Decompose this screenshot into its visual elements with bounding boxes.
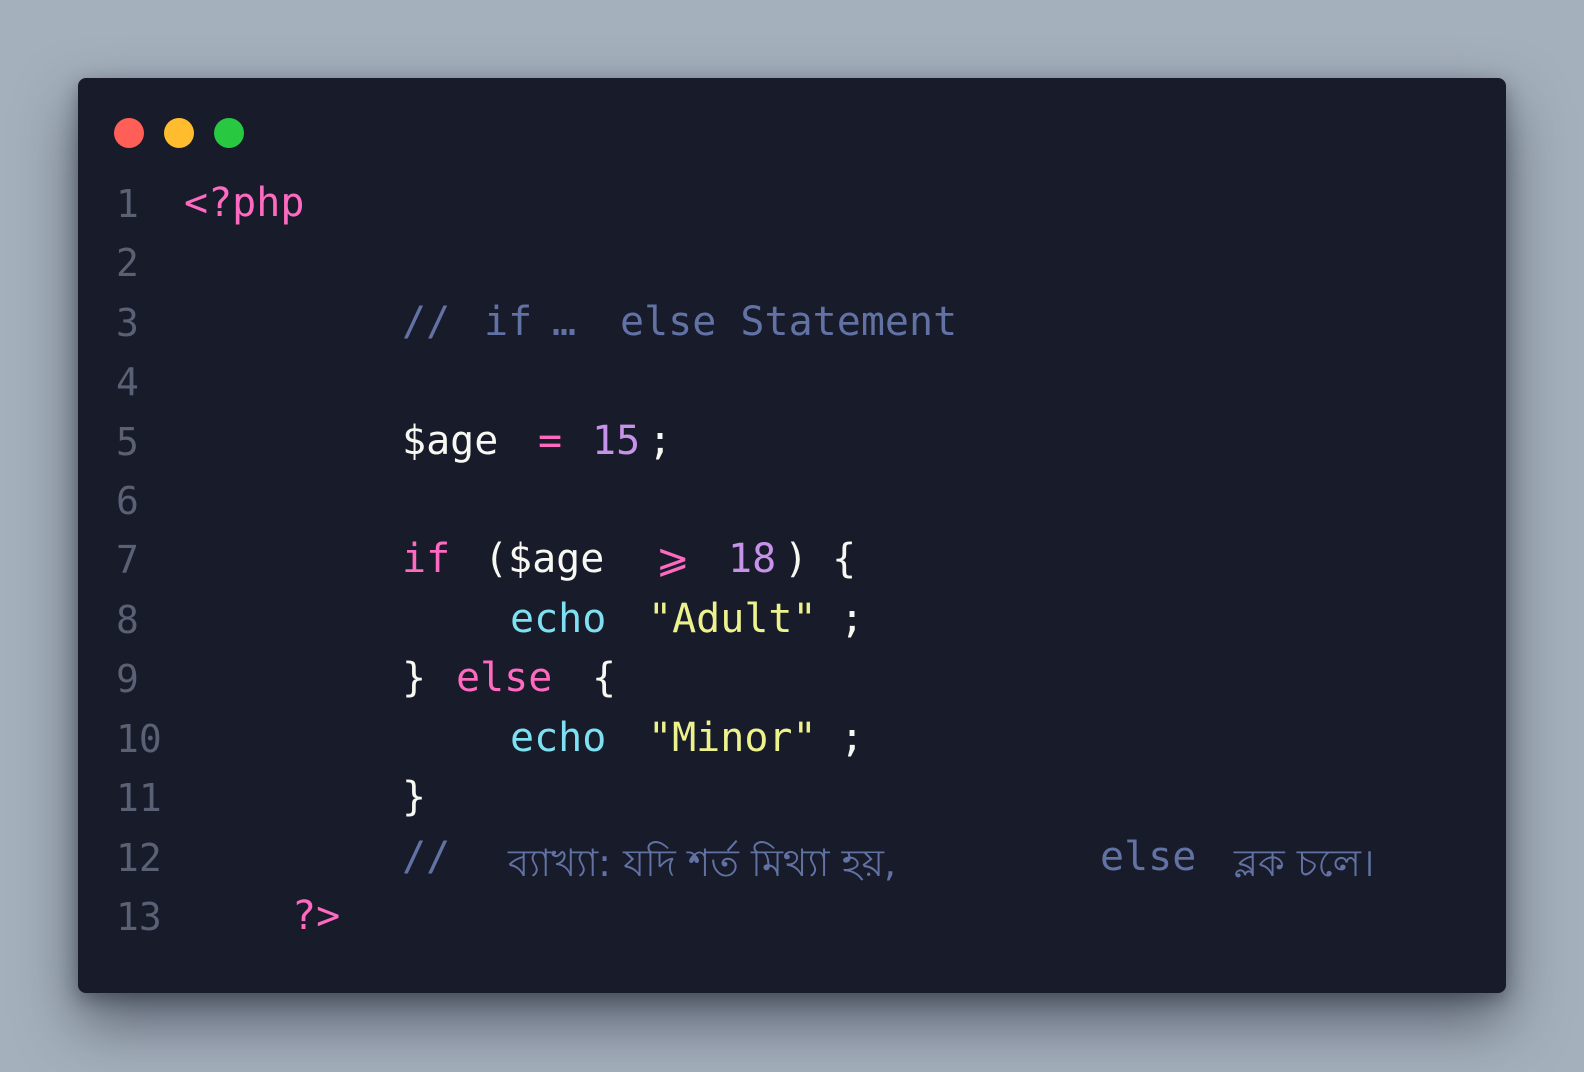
php-close-tag: ?> <box>292 893 341 939</box>
paren-close-brace: ) { <box>784 536 857 582</box>
variable-age: $age <box>402 418 499 464</box>
comment-text-bengali: ব্লক চলে। <box>1234 841 1375 885</box>
paren-open: ( <box>484 536 509 582</box>
keyword-else: else <box>456 655 553 701</box>
line-number: 3 <box>116 301 139 345</box>
minimize-button[interactable] <box>164 118 194 148</box>
comment-text: else <box>1100 834 1197 880</box>
semicolon: ; <box>840 715 865 761</box>
semicolon: ; <box>840 596 865 642</box>
variable-age: $age <box>508 536 605 582</box>
line-number: 11 <box>116 776 162 820</box>
php-open-tag: <?php <box>184 180 305 226</box>
line-number: 10 <box>116 717 162 761</box>
code-window: 1 2 3 4 5 6 7 8 9 10 11 12 13 <?php // i… <box>78 78 1506 993</box>
semicolon: ; <box>648 418 673 464</box>
comment-ellipsis: … <box>552 299 577 345</box>
comment-text: if <box>484 299 533 345</box>
brace-close: } <box>402 655 427 701</box>
comment-slashes: // <box>402 834 451 880</box>
echo-function: echo <box>510 715 607 761</box>
brace-close: } <box>402 774 427 820</box>
keyword-if: if <box>402 536 451 582</box>
comment-text-bengali: ব্যাখ্যা: যদি শর্ত মিথ্যা হয়, <box>508 841 897 885</box>
line-number: 1 <box>116 182 139 226</box>
maximize-button[interactable] <box>214 118 244 148</box>
number-literal: 18 <box>728 536 777 582</box>
line-number: 13 <box>116 895 162 939</box>
assign-operator: = <box>538 418 563 464</box>
number-literal: 15 <box>592 418 641 464</box>
string-literal: "Adult" <box>648 596 817 642</box>
comment-slashes: // <box>402 299 451 345</box>
line-number: 5 <box>116 420 139 464</box>
gte-operator: ⩾ <box>656 536 690 582</box>
close-button[interactable] <box>114 118 144 148</box>
window-controls <box>114 118 244 148</box>
line-number: 8 <box>116 598 139 642</box>
brace-open: { <box>592 655 617 701</box>
line-number: 4 <box>116 360 139 404</box>
line-number: 9 <box>116 657 139 701</box>
string-literal: "Minor" <box>648 715 817 761</box>
comment-text: else Statement <box>620 299 958 345</box>
echo-function: echo <box>510 596 607 642</box>
line-number: 12 <box>116 836 162 880</box>
line-number: 6 <box>116 479 139 523</box>
line-number: 7 <box>116 538 139 582</box>
line-number: 2 <box>116 241 139 285</box>
